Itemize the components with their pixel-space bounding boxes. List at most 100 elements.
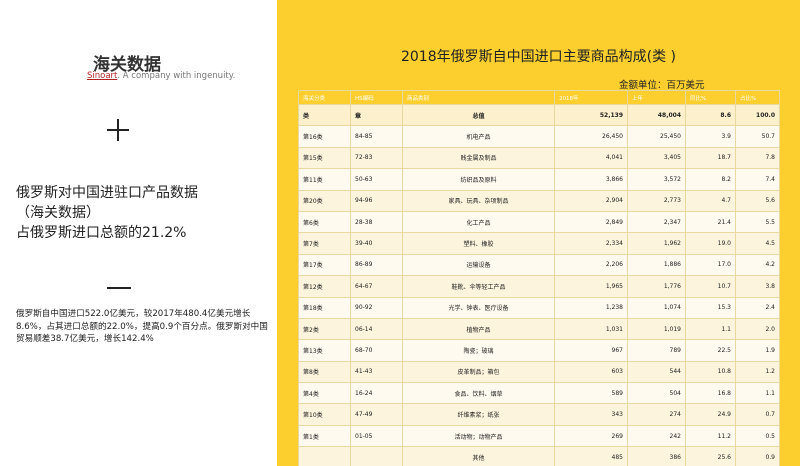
brand-name: Sinoart [87,71,118,81]
table-cell: 274 [627,403,686,426]
table-cell: 1.1 [735,382,780,405]
table-cell: 1,074 [627,296,686,319]
table-cell: 41-43 [350,360,403,384]
table-cell: 第17类 [298,253,351,277]
table-cell: 8.6 [685,103,736,127]
table-cell: 第6类 [298,210,351,234]
table-cell [298,446,351,466]
table-cell: 1.2 [735,360,780,384]
table-cell [350,446,403,466]
table-cell: 2.4 [735,296,780,319]
table-row: 第8类 41-43 皮革制品；箱包 603 544 10.8 1.2 [298,360,780,384]
header-cell: 占比% [735,90,780,105]
brand-tagline: . A company with ingenuity. [117,71,236,81]
table-cell: 3,866 [554,168,628,191]
table-title: 2018年俄罗斯自中国进口主要商品构成(类 ) [400,49,676,65]
table-row: 第2类 06-14 植物产品 1,031 1,019 1.1 2.0 [298,317,780,341]
divider [107,287,131,289]
table-cell: 22.5 [685,339,736,362]
table-cell: 16.8 [685,382,736,405]
table-cell: 机电产品 [402,125,555,148]
table-cell: 68-70 [350,339,403,362]
table-cell: 47-49 [350,403,403,426]
table-cell: 第20类 [298,189,351,212]
table-cell: 1,238 [554,296,628,319]
section-heading: 俄罗斯对中国进驻口产品数据 （海关数据） 占俄罗斯进口总额的21.2% [16,183,266,243]
header-cell: 同比% [685,90,736,105]
table-cell: 1,962 [627,232,686,255]
table-cell: 1.1 [685,317,736,341]
table-cell: 343 [554,403,628,426]
left-panel: 海关数据 Sinoart. A company with ingenuity. … [0,0,277,466]
table-row: 其他 485 386 25.6 0.9 [298,446,780,466]
table-cell: 第7类 [298,232,351,255]
table-cell: 4.5 [735,232,780,255]
table-cell: 1,019 [627,317,686,341]
table-cell: 第4类 [298,382,351,405]
summary-paragraph: 俄罗斯自中国进口522.0亿美元，较2017年480.4亿美元增长8.6%，占其… [16,309,268,344]
table-cell: 7.4 [735,168,780,191]
table-cell: 5.5 [735,210,780,234]
table-cell: 1,031 [554,317,628,341]
table-cell: 5.6 [735,189,780,212]
table-cell: 光学、钟表、医疗设备 [402,296,555,319]
table-cell: 纤维素浆；纸张 [402,403,555,426]
table-cell: 第11类 [298,168,351,191]
table-cell: 3,405 [627,146,686,170]
table-cell: 2,347 [627,210,686,234]
brand-subtitle: Sinoart. A company with ingenuity. [87,71,235,81]
table-cell: 06-14 [350,317,403,341]
table-cell: 589 [554,382,628,405]
plus-icon [107,119,129,141]
table-cell: 10.7 [685,275,736,298]
table-cell: 其他 [402,446,555,466]
table-cell: 运输设备 [402,253,555,277]
table-row: 第11类 50-63 纺织品及原料 3,866 3,572 8.2 7.4 [298,168,780,191]
table-cell: 15.3 [685,296,736,319]
table-cell: 7.8 [735,146,780,170]
table-row: 第7类 39-40 塑料、橡胶 2,334 1,962 19.0 4.5 [298,232,780,255]
table-cell: 0.5 [735,424,780,448]
table-cell: 0.9 [735,446,780,466]
table-cell: 17.0 [685,253,736,277]
table-cell: 第15类 [298,146,351,170]
table-cell: 4.7 [685,189,736,212]
table-cell: 家具、玩具、杂项制品 [402,189,555,212]
table-row: 第13类 68-70 陶瓷；玻璃 967 789 22.5 1.9 [298,339,780,362]
table-cell: 25,450 [627,125,686,148]
table-cell: 544 [627,360,686,384]
table-cell: 26,450 [554,125,628,148]
table-cell: 2,773 [627,189,686,212]
table-row: 类章总值 52,139 48,004 8.6 100.0 [298,103,780,127]
table-cell: 86-89 [350,253,403,277]
table-cell: 72-83 [350,146,403,170]
table-cell: 食品、饮料、烟草 [402,382,555,405]
table-cell: 第8类 [298,360,351,384]
table-cell: 90-92 [350,296,403,319]
table-cell: 485 [554,446,628,466]
table-cell: 第10类 [298,403,351,426]
table-cell: 1,965 [554,275,628,298]
table-cell: 967 [554,339,628,362]
table-cell: 3.8 [735,275,780,298]
table-cell: 8.2 [685,168,736,191]
table-cell: 2,849 [554,210,628,234]
table-row: 第12类 64-67 鞋靴、伞等轻工产品 1,965 1,776 10.7 3.8 [298,275,780,298]
table-cell: 第1类 [298,424,351,448]
table-cell: 504 [627,382,686,405]
table-cell: 总值 [402,103,555,127]
table-cell: 01-05 [350,424,403,448]
table-row: 第16类 84-85 机电产品 26,450 25,450 3.9 50.7 [298,125,780,148]
unit-label: 金额单位：百万美元 [619,80,705,91]
table-cell: 2,206 [554,253,628,277]
table-cell: 第2类 [298,317,351,341]
header-cell: 商品类别 [402,90,555,105]
table-cell: 1,776 [627,275,686,298]
table-cell: 2.0 [735,317,780,341]
table-cell: 纺织品及原料 [402,168,555,191]
heading-line: （海关数据） [16,205,100,221]
table-row: 第15类 72-83 贱金属及制品 4,041 3,405 18.7 7.8 [298,146,780,170]
table-row: 第18类 90-92 光学、钟表、医疗设备 1,238 1,074 15.3 2.4 [298,296,780,319]
header-cell: HS编码 [350,90,403,105]
table-cell: 64-67 [350,275,403,298]
